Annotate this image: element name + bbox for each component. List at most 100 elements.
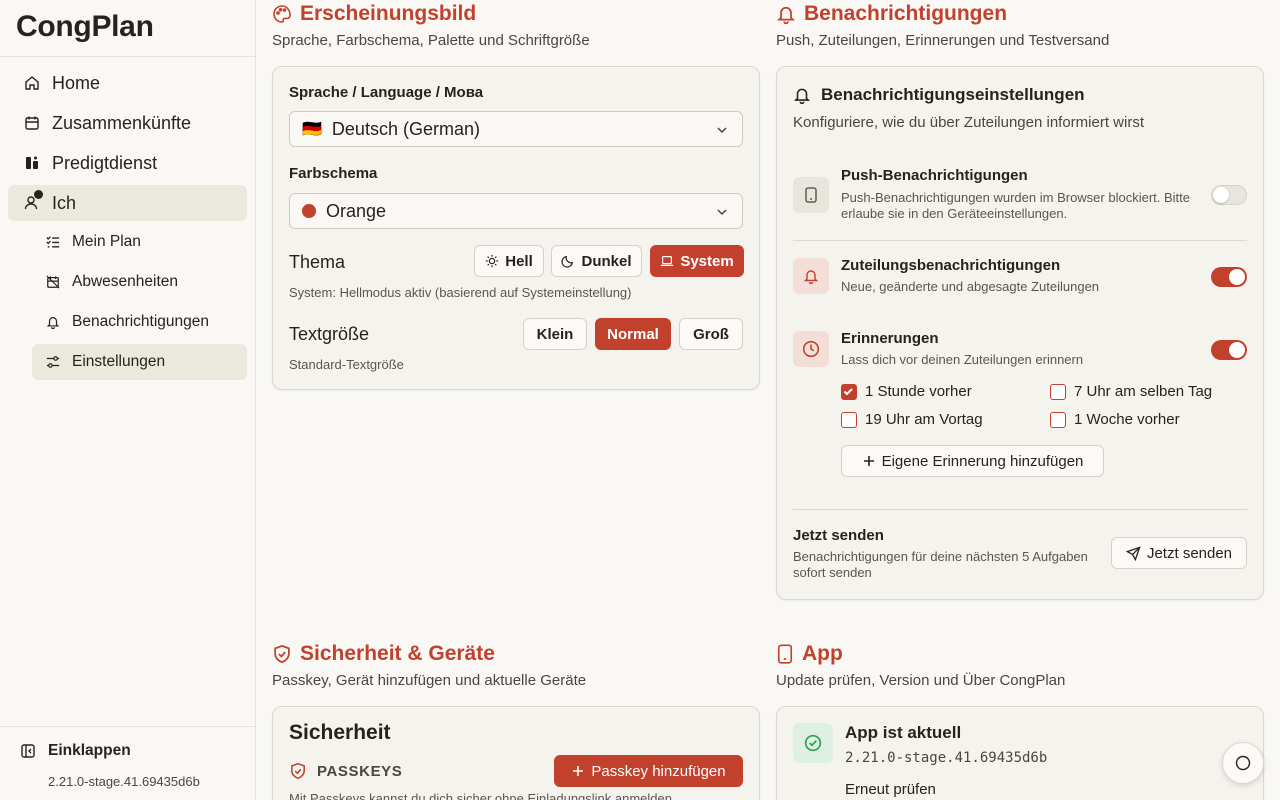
list-check-icon	[46, 235, 60, 249]
button-label: Dunkel	[581, 252, 632, 270]
reminders-title: Erinnerungen	[841, 330, 939, 347]
button-label: Jetzt senden	[1146, 544, 1233, 562]
add-passkey-button[interactable]: Passkey hinzufügen	[554, 755, 743, 787]
sidebar-subitem-label: Mein Plan	[72, 233, 141, 250]
checkbox-label: 19 Uhr am Vortag	[865, 411, 983, 428]
notifications-card: Benachrichtigungseinstellungen Konfiguri…	[776, 66, 1264, 600]
button-label: Klein	[536, 325, 574, 343]
reminder-checkbox-1w[interactable]: 1 Woche vorher	[1050, 411, 1180, 428]
sidebar-subitem-my-plan[interactable]: Mein Plan	[32, 224, 247, 260]
moon-icon	[561, 254, 575, 268]
sidebar-subitem-label: Einstellungen	[72, 353, 166, 370]
section-title-text: App	[802, 642, 843, 665]
bell-icon	[776, 4, 796, 24]
sidebar-item-me[interactable]: Ich	[8, 185, 247, 221]
passkeys-label: PASSKEYS	[317, 762, 403, 780]
theme-system-button[interactable]: System	[650, 245, 744, 277]
smartphone-icon	[776, 644, 794, 664]
app-section-title: App	[776, 642, 843, 666]
text-size-large-button[interactable]: Groß	[679, 318, 743, 350]
version-label: 2.21.0-stage.41.69435d6b	[48, 774, 200, 789]
sidebar-item-meetings[interactable]: Zusammenkünfte	[8, 105, 247, 141]
theme-dark-button[interactable]: Dunkel	[551, 245, 642, 277]
button-label: Eigene Erinnerung hinzufügen	[881, 452, 1084, 470]
appearance-subtitle: Sprache, Farbschema, Palette und Schrift…	[272, 32, 590, 49]
divider	[793, 240, 1247, 241]
color-scheme-value: Orange	[326, 200, 387, 221]
smartphone-icon	[793, 177, 829, 213]
divider	[0, 56, 255, 57]
plus-icon	[571, 764, 585, 778]
circle-icon	[1235, 755, 1251, 771]
sidebar-item-home[interactable]: Home	[8, 65, 247, 101]
toggle-knob	[1213, 187, 1229, 203]
color-scheme-select[interactable]: Orange	[289, 193, 743, 229]
add-custom-reminder-button[interactable]: Eigene Erinnerung hinzufügen	[841, 445, 1104, 477]
checkbox-unchecked[interactable]	[841, 411, 857, 428]
laptop-icon	[660, 254, 674, 268]
push-toggle[interactable]	[1211, 185, 1247, 205]
recheck-button[interactable]: Erneut prüfen	[845, 781, 936, 798]
reminders-toggle[interactable]	[1211, 340, 1247, 360]
button-label: System	[680, 252, 734, 270]
reminder-checkbox-7am[interactable]: 7 Uhr am selben Tag	[1050, 383, 1212, 400]
send-now-description: Benachrichtigungen für deine nächsten 5 …	[793, 549, 1088, 580]
sun-icon	[485, 254, 499, 268]
shield-icon	[289, 762, 307, 780]
sidebar-subitem-settings[interactable]: Einstellungen	[32, 344, 247, 380]
security-section-title: Sicherheit & Geräte	[272, 642, 495, 666]
flag-de-icon: 🇩🇪	[302, 121, 322, 138]
assignment-notifications-toggle[interactable]	[1211, 267, 1247, 287]
reminder-checkbox-7pm-before[interactable]: 19 Uhr am Vortag	[841, 411, 983, 428]
language-value: Deutsch (German)	[331, 118, 480, 139]
checkbox-unchecked[interactable]	[1050, 383, 1066, 400]
sidebar-subitem-notifications[interactable]: Benachrichtigungen	[32, 304, 247, 340]
checkbox-checked[interactable]	[841, 383, 857, 400]
checkbox-unchecked[interactable]	[1050, 411, 1066, 428]
assignment-notifications-title: Zuteilungsbenachrichtigungen	[841, 257, 1061, 274]
chevron-down-icon	[716, 124, 728, 136]
calendar-icon	[24, 115, 40, 131]
push-description: Push-Benachrichtigungen wurden im Browse…	[841, 190, 1191, 221]
sidebar-item-label: Ich	[52, 192, 77, 213]
sidebar-item-ministry[interactable]: Predigtdienst	[8, 145, 247, 181]
sidebar-item-label: Zusammenkünfte	[52, 112, 192, 133]
chevron-down-icon	[716, 206, 728, 218]
sidebar: CongPlan Home Zusammenkünfte Predigtdien…	[0, 0, 256, 800]
sidebar-item-label: Home	[52, 72, 101, 93]
toggle-knob	[1229, 342, 1245, 358]
home-icon	[24, 75, 40, 91]
app-logo-title[interactable]: CongPlan	[16, 10, 154, 44]
user-icon	[24, 190, 43, 211]
bell-icon	[793, 86, 811, 104]
security-card: Sicherheit PASSKEYS Passkey hinzufügen M…	[272, 706, 760, 800]
sidebar-item-label: Predigtdienst	[52, 152, 158, 173]
color-swatch	[302, 204, 316, 218]
sidebar-subitem-label: Abwesenheiten	[72, 273, 178, 290]
language-select[interactable]: 🇩🇪 Deutsch (German)	[289, 111, 743, 147]
security-subtitle: Passkey, Gerät hinzufügen und aktuelle G…	[272, 672, 587, 689]
app-status-title: App ist aktuell	[845, 723, 962, 742]
language-label: Sprache / Language / Мова	[289, 84, 484, 101]
text-size-small-button[interactable]: Klein	[523, 318, 587, 350]
app-version: 2.21.0-stage.41.69435d6b	[845, 750, 1048, 766]
collapse-icon	[20, 743, 36, 759]
app-subtitle: Update prüfen, Version und Über CongPlan	[776, 672, 1066, 689]
section-title-text: Sicherheit & Geräte	[300, 642, 495, 665]
reminder-checkbox-1h[interactable]: 1 Stunde vorher	[841, 383, 972, 400]
settings-sliders-icon	[46, 355, 60, 369]
collapse-sidebar-button[interactable]: Einklappen	[20, 742, 131, 760]
theme-light-button[interactable]: Hell	[474, 245, 544, 277]
text-size-normal-button[interactable]: Normal	[595, 318, 671, 350]
button-label: Passkey hinzufügen	[591, 762, 726, 780]
bell-alert-icon	[793, 258, 829, 294]
checkbox-label: 1 Stunde vorher	[865, 383, 972, 400]
button-label: Groß	[693, 325, 729, 343]
send-now-button[interactable]: Jetzt senden	[1111, 537, 1247, 569]
reminders-description: Lass dich vor deinen Zuteilungen erinner…	[841, 352, 1084, 367]
notification-settings-subtitle: Konfiguriere, wie du über Zuteilungen in…	[793, 114, 1144, 131]
notifications-section-title: Benachrichtigungen	[776, 2, 1007, 26]
notifications-subtitle: Push, Zuteilungen, Erinnerungen und Test…	[776, 32, 1110, 49]
sidebar-subitem-absences[interactable]: Abwesenheiten	[32, 264, 247, 300]
floating-action-button[interactable]	[1222, 742, 1264, 784]
